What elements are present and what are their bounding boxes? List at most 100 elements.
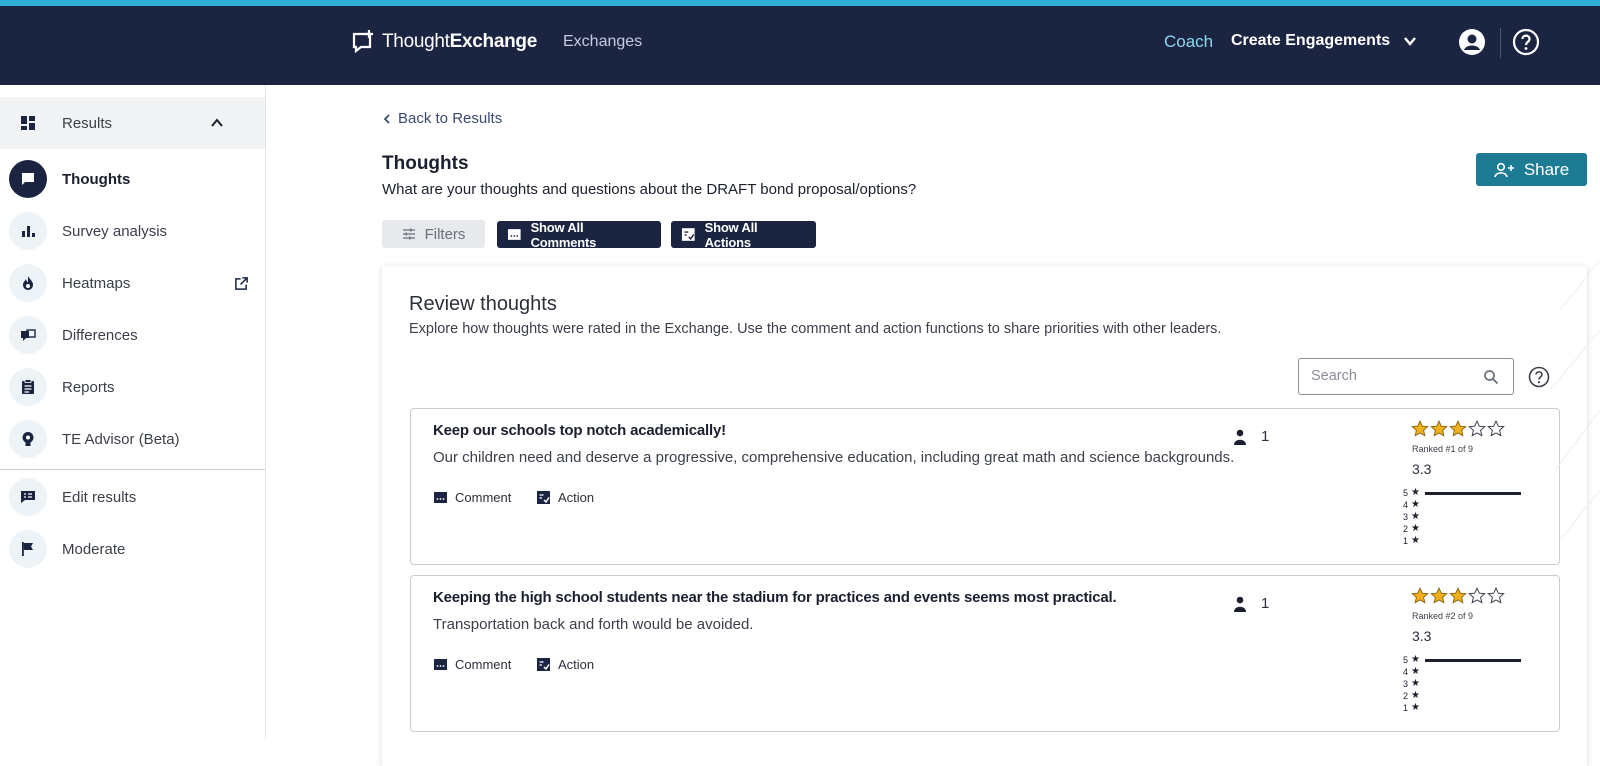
clipboard-icon (9, 368, 47, 406)
sliders-icon (402, 228, 415, 240)
star-empty-icon (1487, 420, 1505, 437)
sidebar-item-label: Heatmaps (62, 274, 131, 292)
sidebar-item-label: Thoughts (62, 170, 131, 188)
sidebar-item-survey-analysis[interactable]: Survey analysis (0, 205, 265, 257)
sidebar-results-label: Results (62, 114, 113, 132)
distribution-star-number: 2 (1403, 524, 1409, 534)
external-link-icon[interactable] (234, 276, 249, 291)
small-star-icon: ★ (1411, 702, 1420, 713)
thought-card: Keep our schools top notch academically!… (410, 408, 1560, 565)
nav-exchanges-link[interactable]: Exchanges (563, 33, 642, 51)
search-input[interactable] (1311, 368, 1471, 384)
action-button[interactable]: Action (536, 657, 594, 672)
background-decoration (1549, 259, 1600, 541)
back-label: Back to Results (398, 110, 503, 127)
star-filled-icon (1430, 587, 1448, 604)
bar-chart-icon (9, 212, 47, 250)
distribution-star-number: 5 (1403, 488, 1409, 498)
action-label: Action (558, 657, 595, 672)
distribution-star-number: 5 (1403, 655, 1409, 665)
distribution-row: 2 ★ (1403, 690, 1533, 702)
comment-button[interactable]: Comment (433, 490, 511, 505)
comment-icon (507, 229, 521, 240)
show-all-comments-button[interactable]: Show All Comments (497, 220, 661, 250)
filters-label: Filters (424, 225, 466, 243)
thought-card: Keeping the high school students near th… (410, 575, 1560, 732)
show-all-actions-button[interactable]: Show All Actions (671, 220, 816, 250)
sidebar-item-label: TE Advisor (Beta) (62, 430, 180, 448)
sidebar-item-heatmaps[interactable]: Heatmaps (0, 257, 265, 309)
star-empty-icon (1468, 420, 1486, 437)
logo-icon (352, 30, 373, 54)
sidebar: Results Thoughts Survey analysis Heatmap… (0, 85, 266, 739)
share-label: Share (1523, 159, 1570, 179)
star-filled-icon (1449, 587, 1467, 604)
sidebar-item-te-advisor[interactable]: TE Advisor (Beta) (0, 413, 265, 465)
create-engagements-menu[interactable]: Create Engagements (1231, 32, 1418, 50)
person-icon (1234, 596, 1246, 612)
user-account-icon[interactable] (1458, 28, 1486, 56)
distribution-star-number: 1 (1403, 536, 1409, 546)
review-title: Review thoughts (409, 293, 557, 315)
distribution-bar (1425, 491, 1521, 495)
thought-body: Our children need and deserve a progress… (433, 449, 1235, 466)
sidebar-item-differences[interactable]: Differences (0, 309, 265, 361)
average-score: 3.3 (1412, 461, 1432, 477)
comment-button[interactable]: Comment (433, 657, 511, 672)
small-star-icon: ★ (1411, 499, 1420, 510)
average-score: 3.3 (1412, 628, 1432, 644)
action-button[interactable]: Action (536, 490, 594, 505)
action-label: Action (558, 490, 595, 505)
comment-label: Comment (455, 657, 512, 672)
sidebar-item-label: Reports (62, 378, 115, 396)
distribution-star-number: 4 (1403, 667, 1409, 677)
star-filled-icon (1430, 420, 1448, 437)
star-filled-icon (1411, 420, 1429, 437)
distribution-bar (1425, 658, 1521, 662)
help-icon[interactable] (1512, 28, 1540, 56)
participant-count: 1 (1233, 595, 1269, 612)
small-star-icon: ★ (1411, 678, 1420, 689)
nav-coach-link[interactable]: Coach (1164, 32, 1213, 52)
chevron-up-icon[interactable] (209, 115, 225, 131)
participant-number: 1 (1261, 595, 1270, 612)
sidebar-item-edit-results[interactable]: Edit results (0, 471, 265, 523)
distribution-star-number: 1 (1403, 703, 1409, 713)
share-button[interactable]: Share (1476, 153, 1587, 186)
distribution-row: 2 ★ (1403, 523, 1533, 535)
action-checklist-icon (537, 658, 550, 671)
small-star-icon: ★ (1411, 487, 1420, 498)
distribution-star-number: 3 (1403, 512, 1409, 522)
brand-name: ThoughtExchange (382, 31, 537, 52)
sidebar-item-thoughts[interactable]: Thoughts (0, 153, 265, 205)
sidebar-item-label: Differences (62, 326, 138, 344)
thought-title: Keeping the high school students near th… (433, 589, 1117, 606)
participant-number: 1 (1261, 428, 1270, 445)
review-thoughts-panel: Review thoughts Explore how thoughts wer… (382, 266, 1587, 766)
distribution-row: 5 ★ (1403, 487, 1533, 499)
nav-divider (1500, 28, 1501, 58)
distribution-row: 3 ★ (1403, 511, 1533, 523)
star-filled-icon (1411, 587, 1429, 604)
comment-icon (434, 659, 447, 670)
participant-count: 1 (1233, 428, 1269, 445)
sidebar-item-moderate[interactable]: Moderate (0, 523, 265, 575)
search-icon[interactable] (1483, 369, 1499, 385)
flag-icon (9, 530, 47, 568)
thought-body: Transportation back and forth would be a… (433, 616, 754, 633)
small-star-icon: ★ (1411, 523, 1420, 534)
star-rating (1411, 420, 1505, 438)
sidebar-item-label: Moderate (62, 540, 126, 558)
small-star-icon: ★ (1411, 654, 1420, 665)
page-title: Thoughts (382, 153, 469, 174)
star-empty-icon (1468, 587, 1486, 604)
sidebar-results-header[interactable]: Results (0, 97, 265, 149)
thoughtexchange-logo[interactable]: ThoughtExchange (350, 29, 537, 55)
review-description: Explore how thoughts were rated in the E… (409, 321, 1222, 337)
sidebar-item-reports[interactable]: Reports (0, 361, 265, 413)
person-icon (1234, 429, 1246, 445)
sidebar-item-label: Survey analysis (62, 222, 168, 240)
filters-button[interactable]: Filters (382, 220, 485, 248)
back-to-results-link[interactable]: Back to Results (382, 110, 502, 127)
rating-distribution: 5 ★ 4 ★ 3 ★ 2 ★ 1 ★ (1403, 487, 1533, 547)
